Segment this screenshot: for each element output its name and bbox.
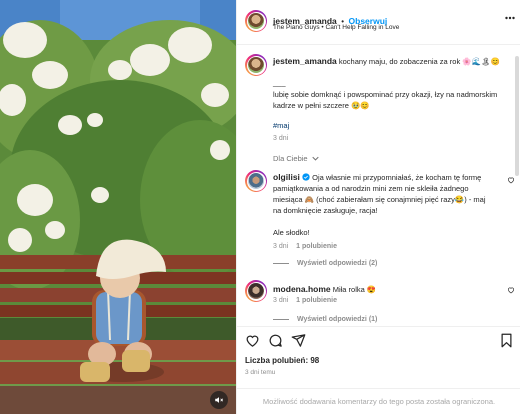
- comment-text-2: Ale słodko!: [273, 228, 310, 237]
- comment-like-icon[interactable]: [507, 286, 515, 294]
- post-media[interactable]: [0, 0, 236, 414]
- comment-author[interactable]: modena.home: [273, 284, 331, 294]
- comment-time: 3 dni: [273, 297, 289, 304]
- post-time: 3 dni temu: [245, 369, 276, 376]
- for-you-text: Dla Ciebie: [273, 154, 308, 163]
- heart-icon[interactable]: [245, 333, 260, 348]
- audio-track[interactable]: The Piano Guys • Can't Help Falling in L…: [273, 24, 399, 31]
- view-replies-label: Wyświetl odpowiedzi (1): [297, 316, 378, 323]
- comments-scrollbar[interactable]: [515, 48, 519, 318]
- view-replies-label: Wyświetl odpowiedzi (2): [297, 260, 378, 267]
- caption-dash: ___: [273, 78, 286, 87]
- comment-body: olgilisi Oja własnie mi przypomniałaś, ż…: [273, 172, 495, 216]
- comment-likes[interactable]: 1 polubienie: [296, 243, 337, 250]
- paper-plane-icon[interactable]: [291, 333, 306, 348]
- for-you-label: Dla Ciebie: [273, 154, 319, 163]
- comments-scroll-area[interactable]: jestem_amanda kochany maju, do zobaczeni…: [237, 46, 520, 326]
- comment-author[interactable]: olgilisi: [273, 172, 300, 182]
- post-side-panel: jestem_amanda • Obserwuj The Piano Guys …: [236, 0, 520, 414]
- comment-meta: 3 dni 1 polubienie: [273, 297, 337, 304]
- caption-time: 3 dni: [273, 135, 289, 142]
- likes-count[interactable]: Liczba polubień: 98: [245, 356, 319, 365]
- post-photo: [0, 0, 236, 414]
- post-header: jestem_amanda • Obserwuj The Piano Guys …: [237, 0, 520, 45]
- bookmark-icon[interactable]: [500, 333, 513, 348]
- comment-likes[interactable]: 1 polubienie: [296, 297, 337, 304]
- comment-meta: 3 dni 1 polubienie: [273, 243, 337, 250]
- view-replies-button[interactable]: Wyświetl odpowiedzi (1): [273, 316, 377, 323]
- comments-restricted-notice: Możliwość dodawania komentarzy do tego p…: [237, 388, 520, 414]
- comment-body: modena.home Miła rolka 😍: [273, 284, 376, 294]
- view-replies-button[interactable]: Wyświetl odpowiedzi (2): [273, 260, 377, 267]
- comment-time: 3 dni: [273, 243, 289, 250]
- commenter-avatar[interactable]: [245, 170, 267, 192]
- comment-icon[interactable]: [268, 333, 283, 348]
- chevron-down-icon[interactable]: [312, 156, 319, 161]
- mute-button[interactable]: [210, 391, 228, 409]
- caption-author[interactable]: jestem_amanda: [273, 56, 337, 66]
- caption-body: lubię sobie domknąć i powspominać przy o…: [273, 90, 498, 110]
- verified-badge-icon: [302, 173, 310, 181]
- comment-text: Miła rolka 😍: [332, 285, 377, 294]
- caption-avatar[interactable]: [245, 54, 267, 76]
- speaker-muted-icon: [215, 397, 224, 403]
- hashtag-link[interactable]: #maj: [273, 121, 289, 130]
- more-dots-icon[interactable]: [505, 16, 515, 20]
- comment-like-icon[interactable]: [507, 176, 515, 184]
- author-avatar[interactable]: [245, 10, 267, 32]
- caption-text-line1: kochany maju, do zobaczenia za rok 🌸🌊🏝😊: [338, 57, 500, 66]
- caption-line1: jestem_amanda kochany maju, do zobaczeni…: [273, 56, 509, 67]
- commenter-avatar[interactable]: [245, 280, 267, 302]
